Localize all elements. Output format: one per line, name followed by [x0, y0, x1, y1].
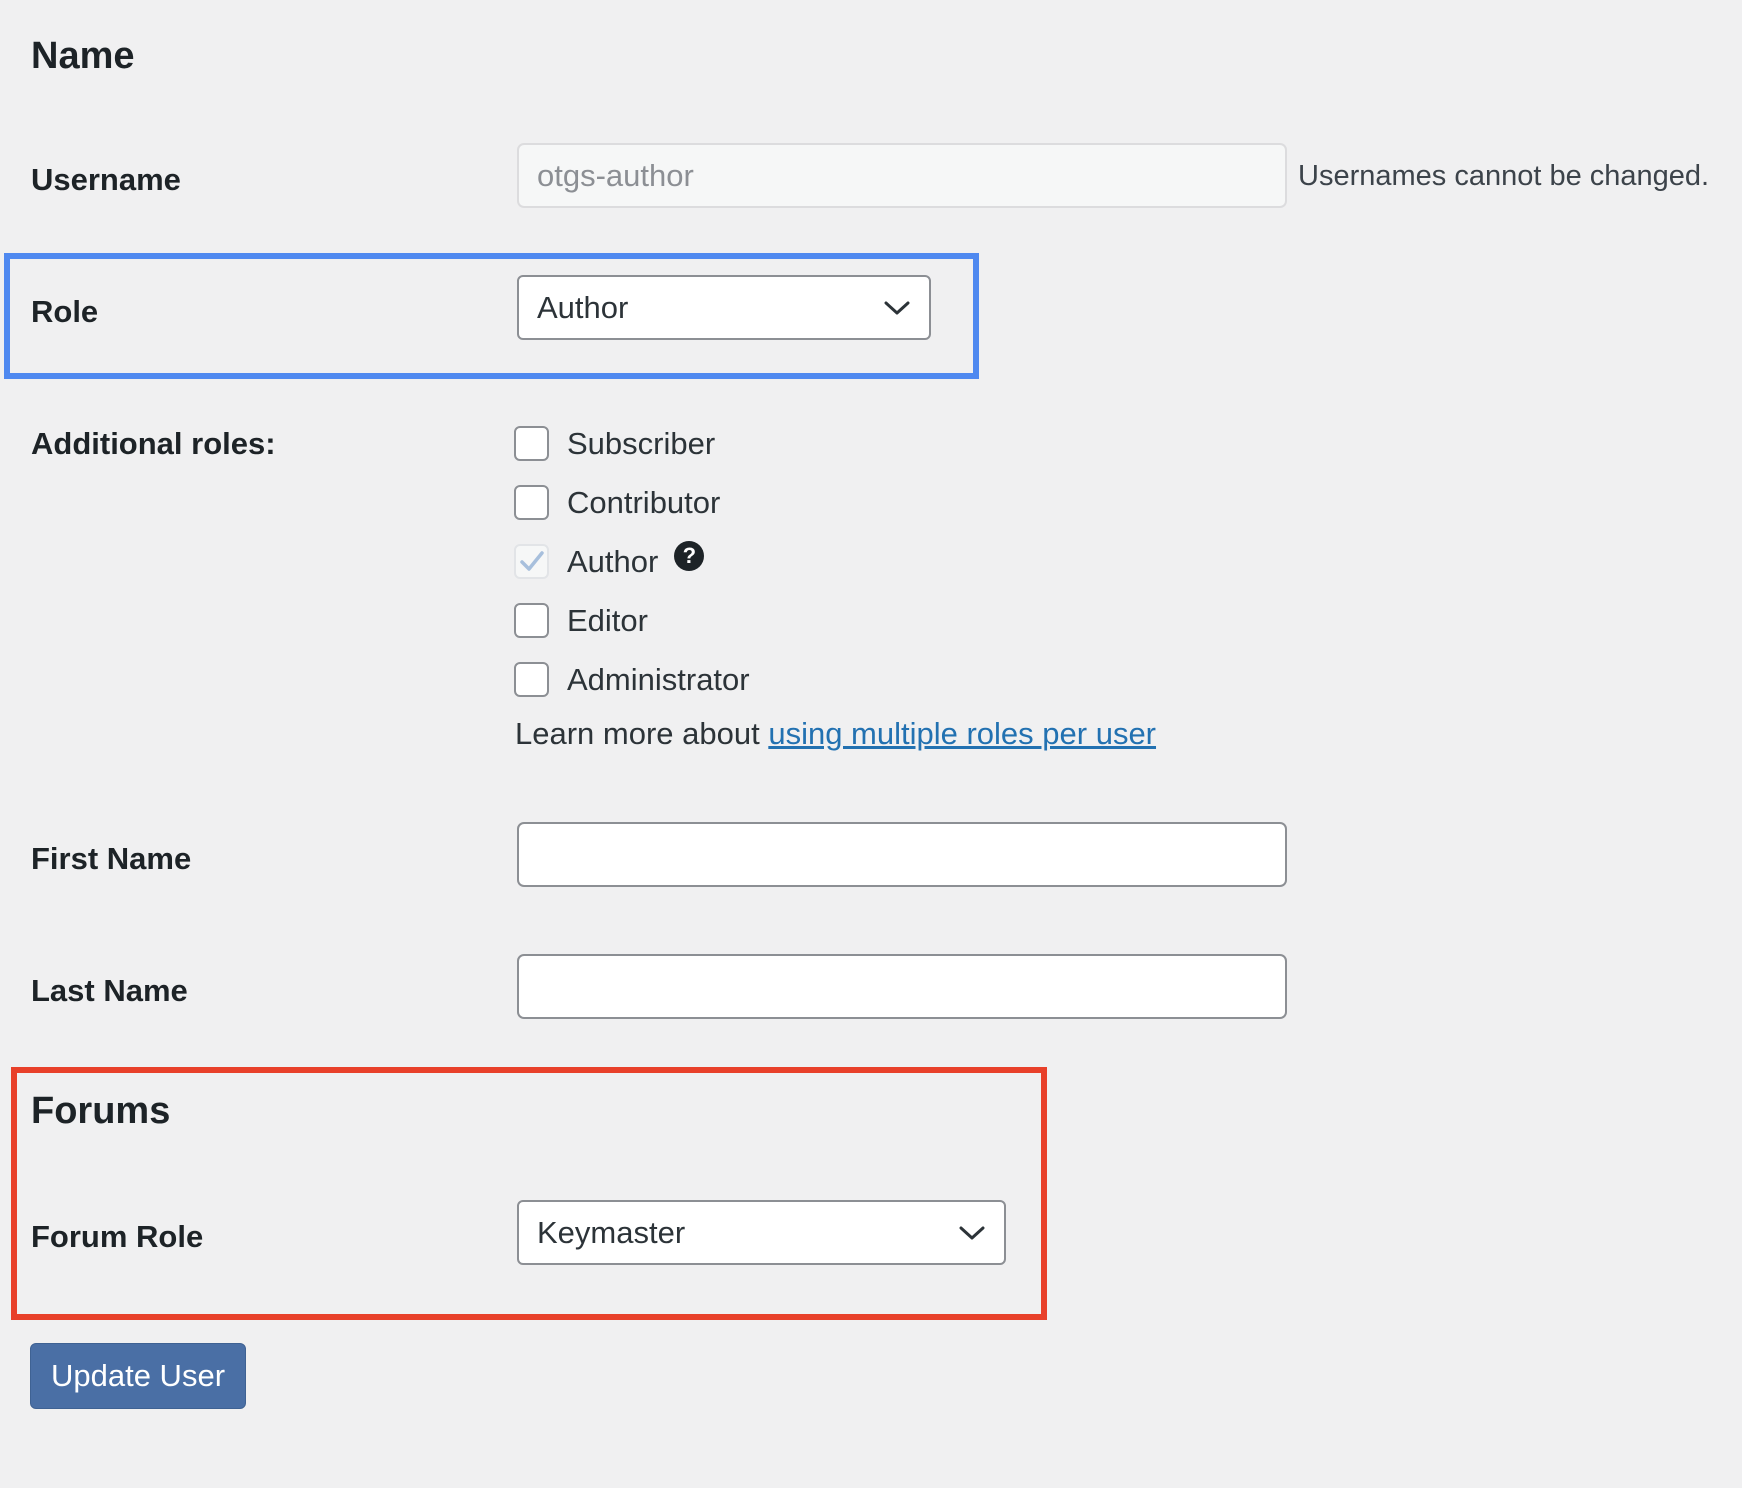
forum-role-select[interactable]: Keymaster: [517, 1200, 1006, 1265]
username-value: otgs-author: [537, 157, 694, 193]
role-option-author: Author ?: [514, 541, 705, 581]
first-name-input[interactable]: [517, 822, 1287, 887]
role-option-subscriber[interactable]: Subscriber: [514, 423, 715, 463]
learn-more-prefix: Learn more about: [515, 716, 769, 751]
help-icon[interactable]: ?: [674, 541, 705, 571]
role-option-editor[interactable]: Editor: [514, 600, 648, 640]
username-label: Username: [31, 162, 181, 197]
author-label: Author: [567, 543, 659, 579]
editor-label[interactable]: Editor: [567, 605, 648, 636]
forum-role-select-value: Keymaster: [537, 1214, 686, 1250]
last-name-label: Last Name: [31, 973, 188, 1008]
username-input: otgs-author: [517, 143, 1287, 208]
subscriber-checkbox[interactable]: [514, 425, 549, 461]
editor-checkbox[interactable]: [514, 602, 549, 638]
role-option-administrator[interactable]: Administrator: [514, 659, 750, 699]
contributor-checkbox[interactable]: [514, 484, 549, 520]
role-select-value: Author: [537, 289, 629, 325]
role-option-contributor[interactable]: Contributor: [514, 482, 720, 522]
forums-section-heading: Forums: [31, 1090, 171, 1132]
role-select[interactable]: Author: [517, 275, 931, 340]
administrator-checkbox[interactable]: [514, 661, 549, 697]
chevron-down-icon: [958, 1219, 986, 1247]
username-note: Usernames cannot be changed.: [1298, 160, 1710, 192]
first-name-label: First Name: [31, 841, 192, 876]
author-checkbox: [514, 543, 549, 579]
administrator-label[interactable]: Administrator: [567, 664, 750, 695]
last-name-input[interactable]: [517, 954, 1287, 1019]
role-label: Role: [31, 294, 99, 329]
learn-more-text: Learn more about using multiple roles pe…: [515, 718, 1156, 749]
additional-roles-label: Additional roles:: [31, 426, 276, 461]
forum-role-label: Forum Role: [31, 1219, 204, 1254]
contributor-label[interactable]: Contributor: [567, 487, 720, 518]
subscriber-label[interactable]: Subscriber: [567, 428, 715, 459]
update-user-button[interactable]: Update User: [30, 1343, 246, 1409]
chevron-down-icon: [883, 294, 911, 322]
multiple-roles-link[interactable]: using multiple roles per user: [768, 716, 1156, 751]
checkmark-icon: [519, 551, 544, 571]
name-section-heading: Name: [31, 35, 135, 77]
